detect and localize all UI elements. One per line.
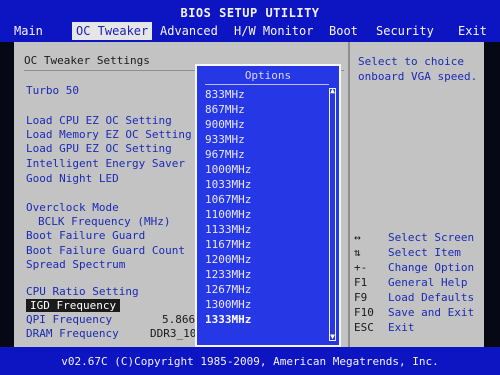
copyright-text: v02.67C (C)Copyright 1985-2009, American… — [61, 355, 439, 368]
setting-dram-frequency[interactable]: DRAM Frequency — [26, 327, 119, 340]
help-row-select-item: ⇅ Select Item — [352, 245, 482, 260]
help-action: General Help — [388, 276, 468, 289]
help-row-general-help: F1 General Help — [352, 275, 482, 290]
option-item[interactable]: 967MHz — [205, 148, 327, 162]
option-item[interactable]: 1233MHz — [205, 268, 327, 282]
help-key-f10: F10 — [354, 306, 374, 319]
setting-turbo-50[interactable]: Turbo 50 — [26, 84, 79, 97]
option-item[interactable]: 1267MHz — [205, 283, 327, 297]
panel-divider — [348, 42, 350, 347]
popup-rule — [205, 84, 329, 85]
setting-boot-failure-guard[interactable]: Boot Failure Guard — [26, 229, 145, 242]
help-action: Change Option — [388, 261, 475, 274]
option-item[interactable]: 1100MHz — [205, 208, 327, 222]
help-key-f1: F1 — [354, 276, 368, 289]
options-scrollbar[interactable] — [329, 88, 336, 341]
value-qpi-frequency: 5.866 — [162, 313, 196, 326]
menu-advanced[interactable]: Advanced — [156, 22, 222, 40]
popup-title: Options — [244, 69, 292, 82]
scroll-up-arrow-icon[interactable]: ▲ — [329, 87, 336, 95]
setting-load-memory-ez-oc[interactable]: Load Memory EZ OC Setting — [26, 128, 192, 141]
menu-hw-monitor[interactable]: H/W Monitor — [230, 22, 317, 40]
help-key-plus-minus: +- — [354, 261, 368, 274]
menu-boot[interactable]: Boot — [325, 22, 362, 40]
option-item[interactable]: 1200MHz — [205, 253, 327, 267]
option-item[interactable]: 933MHz — [205, 133, 327, 147]
setting-overclock-mode[interactable]: Overclock Mode — [26, 201, 119, 214]
option-item[interactable]: 1133MHz — [205, 223, 327, 237]
help-key-list: ↔ Select Screen ⇅ Select Item +- Change … — [352, 230, 482, 340]
help-key-esc: ESC — [354, 321, 374, 334]
help-row-save-exit: F10 Save and Exit — [352, 305, 482, 320]
help-action: Select Screen — [388, 231, 475, 244]
option-item[interactable]: 867MHz — [205, 103, 327, 117]
option-item[interactable]: 1033MHz — [205, 178, 327, 192]
menu-oc-tweaker[interactable]: OC Tweaker — [72, 22, 153, 40]
menu-exit[interactable]: Exit — [454, 22, 491, 40]
help-description: Select to choice onboard VGA speed. — [358, 55, 478, 83]
options-popup[interactable]: Options 833MHz 867MHz 900MHz 933MHz 967M… — [195, 64, 341, 347]
setting-qpi-frequency[interactable]: QPI Frequency — [26, 313, 112, 326]
help-action: Save and Exit — [388, 306, 475, 319]
setting-boot-failure-guard-count[interactable]: Boot Failure Guard Count — [26, 244, 185, 257]
help-row-load-defaults: F9 Load Defaults — [352, 290, 482, 305]
menu-security[interactable]: Security — [372, 22, 438, 40]
option-item[interactable]: 1067MHz — [205, 193, 327, 207]
help-row-select-screen: ↔ Select Screen — [352, 230, 482, 245]
main-menu: Main OC Tweaker Advanced H/W Monitor Boo… — [10, 22, 492, 40]
help-key-f9: F9 — [354, 291, 368, 304]
option-item-selected[interactable]: 1333MHz — [205, 313, 327, 327]
menu-main[interactable]: Main — [10, 22, 47, 40]
help-action: Select Item — [388, 246, 461, 259]
setting-bclk-frequency[interactable]: BCLK Frequency (MHz) — [38, 215, 170, 228]
help-row-change-option: +- Change Option — [352, 260, 482, 275]
help-action: Exit — [388, 321, 415, 334]
help-action: Load Defaults — [388, 291, 475, 304]
setting-load-cpu-ez-oc[interactable]: Load CPU EZ OC Setting — [26, 114, 172, 127]
option-item[interactable]: 900MHz — [205, 118, 327, 132]
setting-good-night-led[interactable]: Good Night LED — [26, 172, 119, 185]
setting-load-gpu-ez-oc[interactable]: Load GPU EZ OC Setting — [26, 142, 172, 155]
scroll-down-arrow-icon[interactable]: ▼ — [329, 333, 336, 341]
option-item[interactable]: 1300MHz — [205, 298, 327, 312]
setting-intelligent-energy-saver[interactable]: Intelligent Energy Saver — [26, 157, 185, 170]
help-row-exit: ESC Exit — [352, 320, 482, 335]
title-bar: BIOS SETUP UTILITY Main OC Tweaker Advan… — [0, 0, 500, 42]
help-key-arrows-lr: ↔ — [354, 231, 361, 244]
footer-bar: v02.67C (C)Copyright 1985-2009, American… — [0, 347, 500, 375]
bios-title: BIOS SETUP UTILITY — [180, 6, 320, 20]
section-title: OC Tweaker Settings — [24, 54, 150, 67]
option-item[interactable]: 1167MHz — [205, 238, 327, 252]
option-item[interactable]: 1000MHz — [205, 163, 327, 177]
setting-spread-spectrum[interactable]: Spread Spectrum — [26, 258, 125, 271]
help-key-arrows-ud: ⇅ — [354, 246, 361, 259]
option-item[interactable]: 833MHz — [205, 88, 327, 102]
setting-igd-frequency[interactable]: IGD Frequency — [26, 299, 121, 312]
setting-cpu-ratio[interactable]: CPU Ratio Setting — [26, 285, 139, 298]
